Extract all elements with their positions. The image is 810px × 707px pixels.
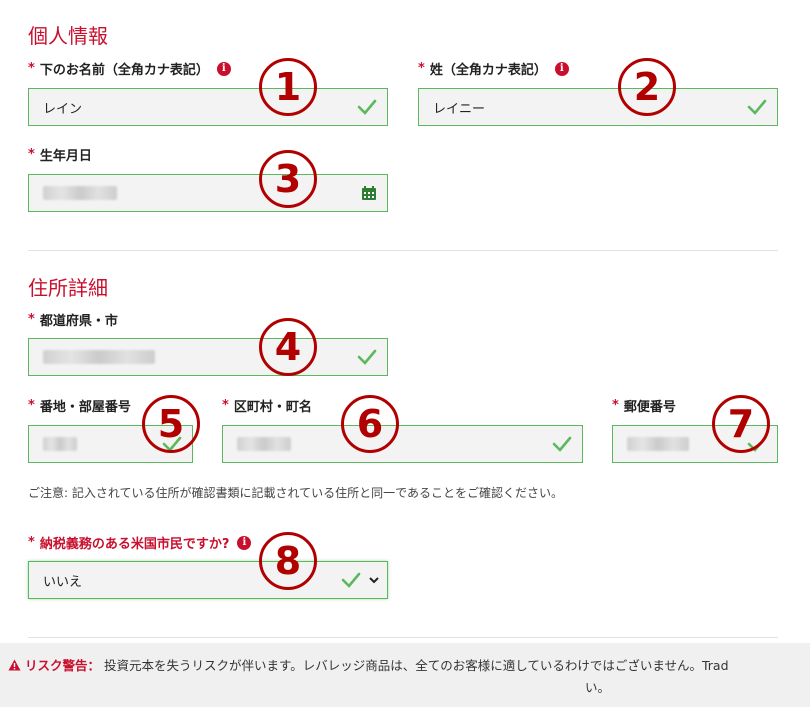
first-name-label-text: 下のお名前（全角カナ表記） [39,63,209,78]
risk-warning-bar: リスク警告： 投資元本を失うリスクが伴います。レバレッジ商品は、全てのお客様に適… [0,643,810,707]
annotation-badge-1: 1 [259,58,317,116]
check-icon [357,349,377,365]
address-section-title: 住所詳細 [28,276,108,300]
check-icon [341,572,361,588]
annotation-badge-3: 3 [259,150,317,208]
redacted-value [43,350,155,364]
first-name-label: * 下のお名前（全角カナ表記） i [28,59,231,78]
section-divider [28,637,778,638]
required-mark: * [28,312,35,327]
birthdate-label: * 生年月日 [28,145,92,164]
address-note: ご注意: 記入されている住所が確認書類に記載されている住所と同一であることをご確… [28,486,564,500]
ward-field[interactable] [222,425,583,463]
first-name-field[interactable]: レイン [28,88,388,126]
last-name-label: * 姓（全角カナ表記） i [418,59,569,78]
prefecture-label-text: 都道府県・市 [39,314,118,329]
street-label: * 番地・部屋番号 [28,396,131,415]
prefecture-field[interactable] [28,338,388,376]
info-icon[interactable]: i [216,61,231,76]
required-mark: * [28,398,35,413]
risk-warning-label: リスク警告： [24,658,100,673]
ward-label-text: 区町村・町名 [233,400,312,415]
annotation-badge-5: 5 [142,395,200,453]
risk-warning-body: 投資元本を失うリスクが伴います。レバレッジ商品は、全てのお客様に適しているわけで… [103,658,729,673]
risk-warning-text: リスク警告： 投資元本を失うリスクが伴います。レバレッジ商品は、全てのお客様に適… [8,655,729,677]
info-icon[interactable]: i [237,535,252,550]
check-icon [357,99,377,115]
redacted-value [43,186,117,200]
last-name-value: レイニー [433,101,486,117]
birthdate-label-text: 生年月日 [39,149,92,164]
required-mark: * [28,535,35,550]
calendar-icon[interactable] [361,185,377,201]
required-mark: * [28,147,35,162]
tax-question-label: * 納税義務のある米国市民ですか? i [28,533,252,552]
info-icon[interactable]: i [554,61,569,76]
redacted-value [43,437,77,451]
annotation-badge-4: 4 [259,318,317,376]
last-name-label-text: 姓（全角カナ表記） [429,63,547,78]
warning-icon [8,659,21,671]
required-mark: * [612,398,619,413]
required-mark: * [418,61,425,76]
tax-question-label-text: 納税義務のある米国市民ですか? [39,537,230,552]
annotation-badge-6: 6 [341,395,399,453]
prefecture-label: * 都道府県・市 [28,310,118,329]
section-divider [28,250,778,251]
annotation-badge-8: 8 [259,532,317,590]
annotation-badge-2: 2 [618,58,676,116]
check-icon [552,436,572,452]
birthdate-field[interactable] [28,174,388,212]
tax-selected-value: いいえ [43,574,83,590]
required-mark: * [222,398,229,413]
ward-label: * 区町村・町名 [222,396,312,415]
check-icon [747,99,767,115]
personal-section-title: 個人情報 [28,24,108,48]
redacted-value [627,437,689,451]
required-mark: * [28,61,35,76]
first-name-value: レイン [43,101,83,117]
street-label-text: 番地・部屋番号 [39,400,131,415]
annotation-badge-7: 7 [712,395,770,453]
chevron-down-icon[interactable] [369,576,379,584]
postal-label-text: 郵便番号 [623,400,676,415]
redacted-value [237,437,291,451]
last-name-field[interactable]: レイニー [418,88,778,126]
risk-warning-continuation: い。 [585,680,611,695]
tax-select[interactable]: いいえ [28,561,388,599]
postal-label: * 郵便番号 [612,396,676,415]
